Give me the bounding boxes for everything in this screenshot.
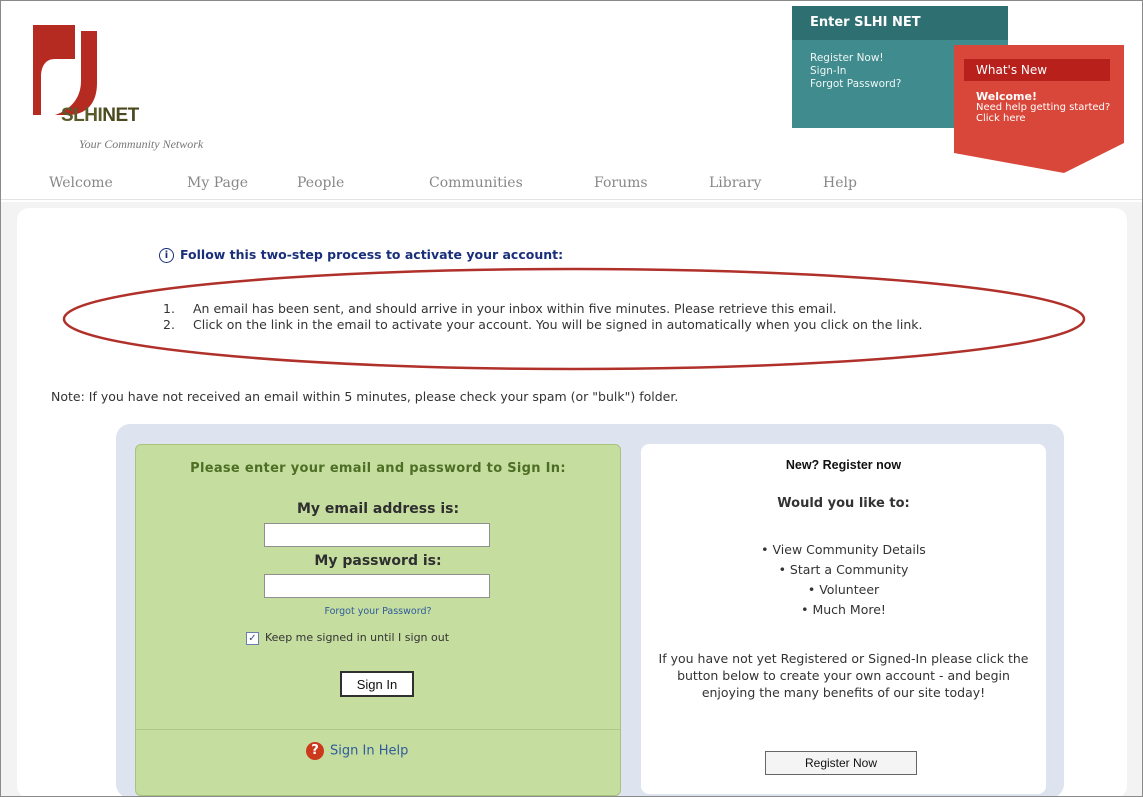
spam-note: Note: If you have not received an email … [51,389,679,404]
forgot-password-link[interactable]: Forgot Password? [810,78,901,91]
list-item: View Community Details [641,540,1046,560]
divider [136,729,620,730]
info-icon: i [159,248,174,263]
register-benefits-list: View Community Details Start a Community… [641,540,1046,620]
register-subtitle: Would you like to: [777,496,910,511]
whats-new-box[interactable]: What's New Welcome! Need help getting st… [954,45,1124,173]
nav-help[interactable]: Help [823,175,857,191]
sign-in-help-link[interactable]: ? Sign In Help [306,742,408,760]
sign-in-link[interactable]: Sign-In [810,65,901,78]
whats-new-title: What's New [964,59,1110,81]
password-label: My password is: [314,553,442,569]
main-nav: Welcome My Page People Communities Forum… [1,169,1142,200]
activation-heading: i Follow this two-step process to activat… [159,247,563,263]
whats-new-welcome: Welcome! [976,90,1037,103]
nav-welcome[interactable]: Welcome [49,175,113,191]
logo-tagline: Your Community Network [79,137,204,151]
list-item: Much More! [641,600,1046,620]
nav-people[interactable]: People [297,175,344,191]
email-field[interactable] [264,523,490,547]
list-item: 2. Click on the link in the email to acti… [163,317,923,332]
register-description: If you have not yet Registered or Signed… [658,651,1029,700]
list-item: 1. An email has been sent, and should arr… [163,301,837,316]
keep-signed-in-checkbox[interactable]: ✓ [246,631,259,645]
forgot-password-link[interactable]: Forgot your Password? [136,606,620,617]
site-logo[interactable]: SLHINET Your Community Network [29,19,259,159]
whats-new-help-link[interactable]: Need help getting started? Click here [976,102,1110,124]
signin-title: Please enter your email and password to … [190,461,566,476]
nav-communities[interactable]: Communities [429,175,523,191]
password-field[interactable] [264,574,490,598]
nav-forums[interactable]: Forums [594,175,648,191]
keep-signed-in-label: Keep me signed in until I sign out [265,631,450,644]
email-label: My email address is: [296,501,460,517]
enter-site-links: Register Now! Sign-In Forgot Password? [810,52,901,91]
help-icon: ? [306,742,324,760]
register-title: New? Register now [785,458,902,472]
nav-my-page[interactable]: My Page [187,175,248,191]
register-now-link[interactable]: Register Now! [810,52,901,65]
enter-site-title: Enter SLHI NET [792,6,1008,40]
activation-steps: 1. An email has been sent, and should arr… [163,301,1063,333]
sign-in-button[interactable]: Sign In [340,671,414,697]
nav-library[interactable]: Library [709,175,761,191]
keep-signed-in[interactable]: ✓ Keep me signed in until I sign out [246,631,449,645]
register-now-button[interactable]: Register Now [765,751,917,775]
list-item: Volunteer [641,580,1046,600]
page-frame: SLHINET Your Community Network Enter SLH… [0,0,1143,797]
logo-wordmark: SLHINET [61,105,139,126]
signin-box: Please enter your email and password to … [135,444,621,796]
list-item: Start a Community [641,560,1046,580]
register-box: New? Register now Would you like to: Vie… [641,444,1046,794]
logo-mark-icon [33,25,97,115]
whats-new-text: Welcome! Need help getting started? Clic… [976,91,1116,124]
